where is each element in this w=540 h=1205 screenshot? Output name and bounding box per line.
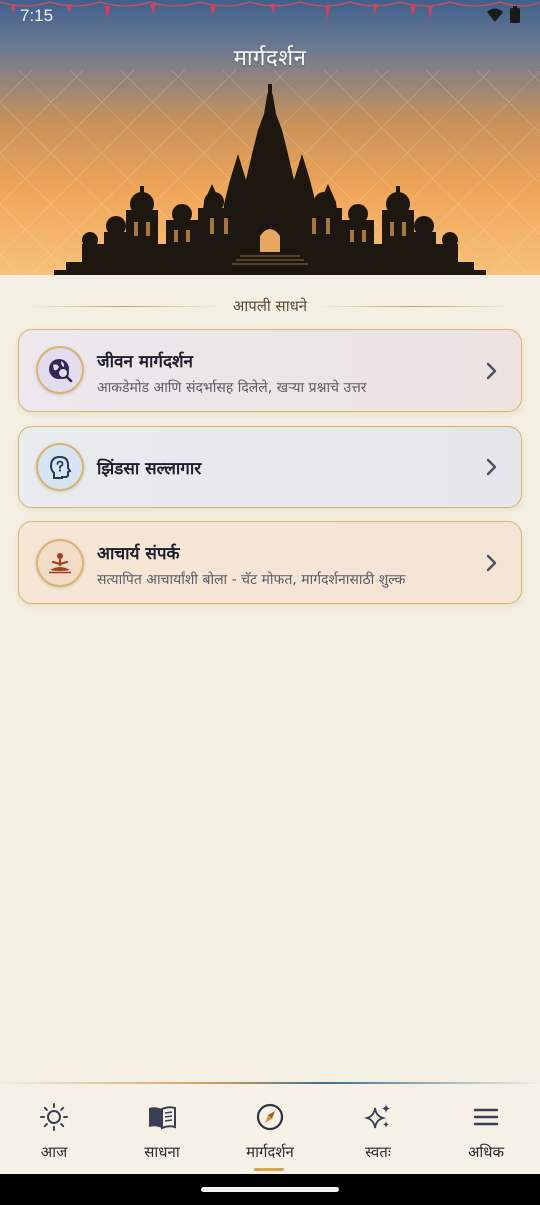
hero-banner: 7:15 मार्गदर्शन — [0, 0, 540, 275]
card-icon-container — [36, 346, 84, 394]
nav-item-sadhana[interactable]: साधना — [108, 1084, 216, 1174]
card-subtitle: आकडेमोड आणि संदर्भासह दिलेले, खऱ्या प्रश… — [97, 380, 367, 396]
card-subtitle: सत्यापित आचार्यांशी बोला - चॅट मोफत, मार… — [97, 572, 406, 588]
chevron-right-icon — [486, 458, 497, 476]
active-tab-indicator — [254, 1168, 284, 1171]
status-icons — [486, 6, 520, 23]
head-question-icon — [49, 455, 72, 479]
card-icon-container — [36, 443, 84, 491]
card-title: आचार्य संपर्क — [97, 544, 180, 564]
chevron-right-icon — [486, 554, 497, 572]
card-acharya-contact[interactable]: आचार्य संपर्क सत्यापित आचार्यांशी बोला -… — [18, 521, 522, 604]
card-text: आचार्य संपर्क सत्यापित आचार्यांशी बोला -… — [97, 541, 469, 589]
globe-search-icon — [49, 359, 73, 383]
divider-right — [319, 305, 512, 307]
sun-icon — [40, 1103, 68, 1131]
card-icon-container — [36, 539, 84, 587]
wifi-icon — [487, 8, 503, 22]
sparkles-icon — [363, 1104, 390, 1129]
card-zindasa-advisor[interactable]: झिंडसा सल्लागार — [18, 426, 522, 508]
nav-label: अधिक — [467, 1143, 505, 1161]
section-heading: आपली साधने — [28, 294, 512, 318]
card-title: जीवन मार्गदर्शन — [97, 352, 193, 372]
bottom-navigation: आज साधना मार्गदर्शन स्वतः अधिक — [0, 1084, 540, 1174]
home-gesture-bar[interactable] — [201, 1187, 339, 1192]
status-bar: 7:15 — [0, 0, 540, 32]
battery-icon — [510, 6, 520, 23]
nav-item-margdarshan[interactable]: मार्गदर्शन — [216, 1084, 324, 1174]
menu-icon — [473, 1108, 499, 1126]
status-time: 7:15 — [20, 6, 54, 25]
card-text: झिंडसा सल्लागार — [97, 456, 469, 479]
nav-label: आज — [40, 1143, 68, 1161]
temple-illustration — [54, 84, 486, 275]
card-text: जीवन मार्गदर्शन आकडेमोड आणि संदर्भासह दि… — [97, 349, 469, 397]
nav-label: मार्गदर्शन — [246, 1143, 294, 1161]
card-title: झिंडसा सल्लागार — [97, 459, 202, 479]
divider-left — [28, 305, 221, 307]
nav-item-adhik[interactable]: अधिक — [432, 1084, 540, 1174]
chevron-right-icon — [486, 362, 497, 380]
system-gesture-area — [0, 1174, 540, 1205]
nav-item-swatah[interactable]: स्वतः — [324, 1084, 432, 1174]
nav-item-aaj[interactable]: आज — [0, 1084, 108, 1174]
book-icon — [149, 1106, 176, 1130]
meditation-icon — [49, 553, 71, 574]
section-heading-label: आपली साधने — [232, 297, 308, 315]
nav-label: साधना — [144, 1143, 180, 1161]
page-title: मार्गदर्शन — [233, 46, 307, 71]
nav-label: स्वतः — [365, 1143, 391, 1161]
compass-icon — [256, 1103, 284, 1131]
card-jeevan-margdarshan[interactable]: जीवन मार्गदर्शन आकडेमोड आणि संदर्भासह दि… — [18, 329, 522, 412]
